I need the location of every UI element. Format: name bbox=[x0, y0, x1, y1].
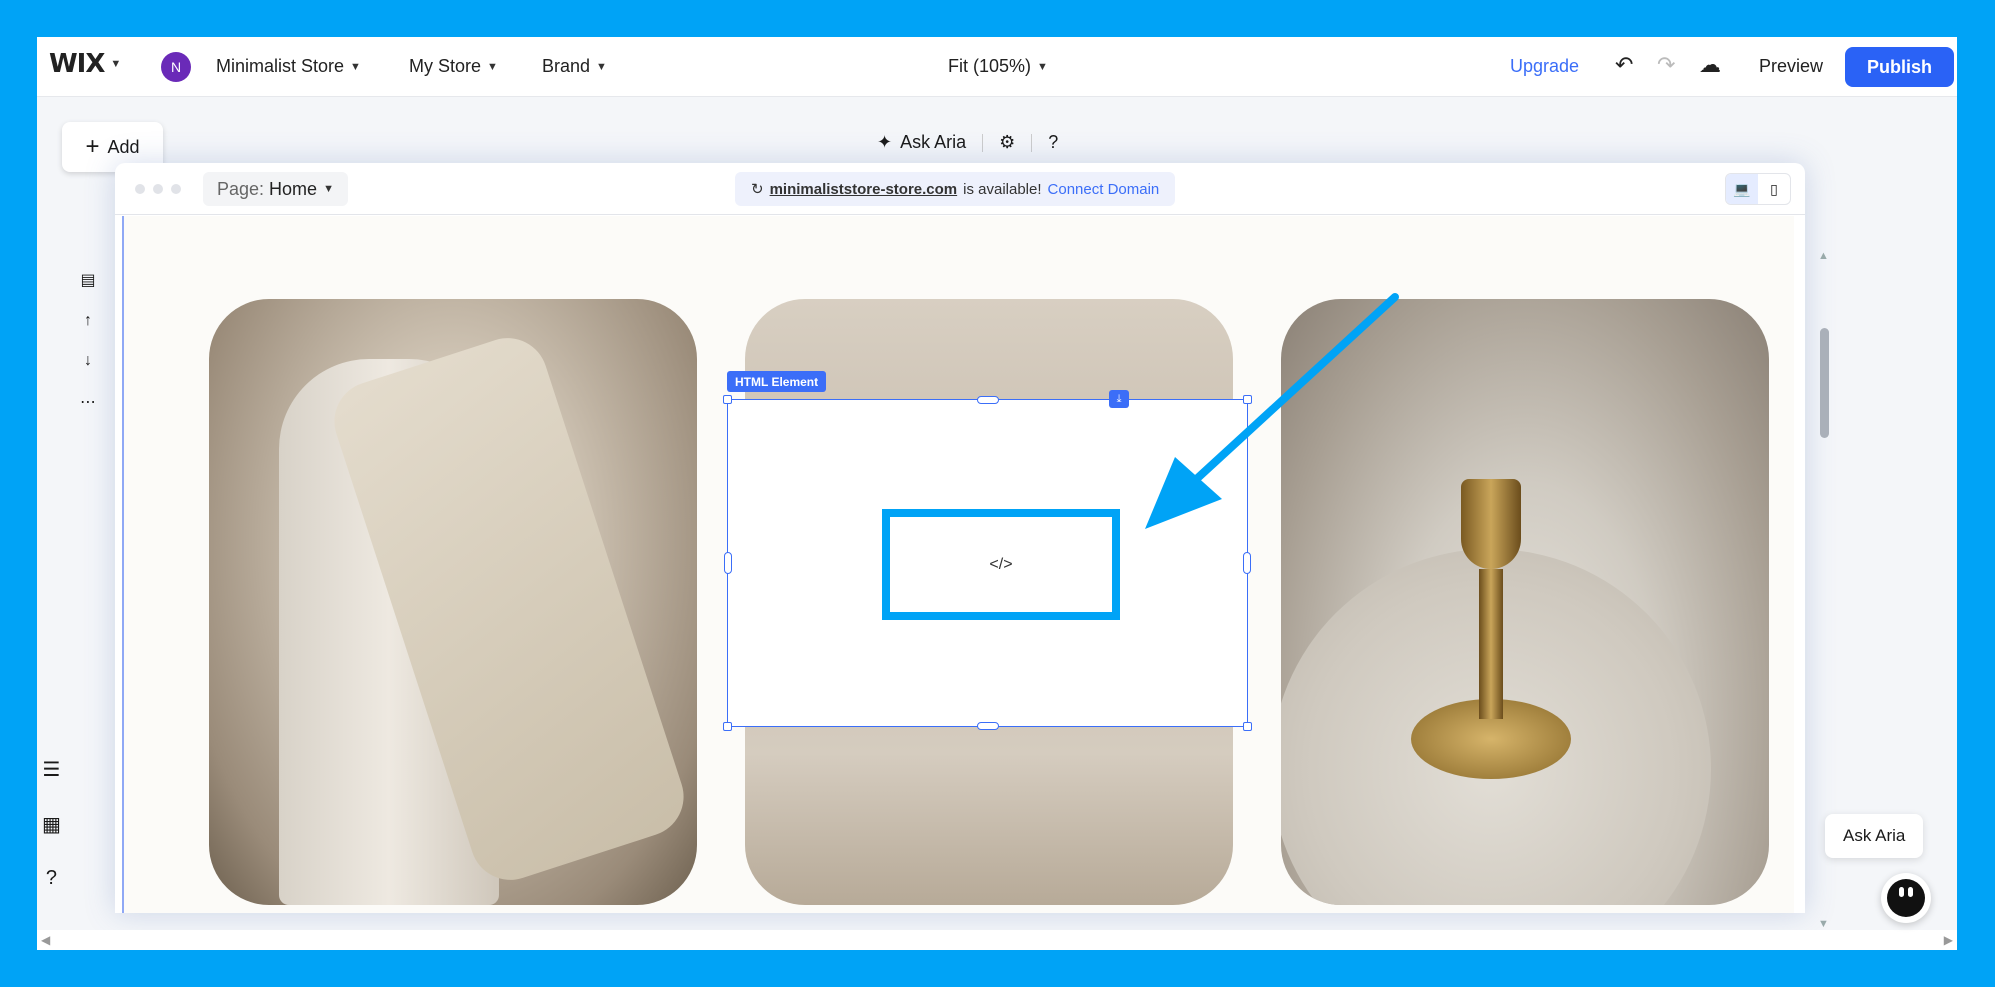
connect-domain-link[interactable]: Connect Domain bbox=[1048, 181, 1160, 198]
avatar-initial: N bbox=[161, 52, 191, 82]
menu-my-store[interactable]: My Store ▼ bbox=[409, 56, 498, 77]
resize-handle[interactable] bbox=[977, 396, 999, 404]
resize-handle[interactable] bbox=[977, 722, 999, 730]
scroll-down-icon[interactable]: ▼ bbox=[1818, 918, 1829, 930]
wix-logo-menu[interactable]: WIX ▼ bbox=[49, 49, 121, 79]
window-dots bbox=[135, 184, 181, 194]
more-icon[interactable]: ⋯ bbox=[80, 392, 96, 412]
page-selector[interactable]: Page: Home ▼ bbox=[203, 172, 348, 206]
sparkle-icon: ✦ bbox=[877, 132, 893, 152]
chevron-down-icon: ▼ bbox=[323, 183, 334, 195]
horizontal-scrollbar[interactable]: ◀ ▶ bbox=[37, 930, 1957, 950]
zoom-selector[interactable]: Fit (105%) ▼ bbox=[948, 56, 1048, 77]
scroll-up-icon[interactable]: ▲ bbox=[1818, 250, 1829, 262]
chevron-down-icon: ▼ bbox=[110, 58, 122, 70]
help-button[interactable]: ? bbox=[1048, 132, 1058, 153]
preview-button[interactable]: Preview bbox=[1759, 56, 1823, 77]
chevron-down-icon: ▼ bbox=[350, 60, 361, 73]
move-down-icon[interactable]: ↓ bbox=[84, 352, 92, 370]
chevron-down-icon: ▼ bbox=[596, 60, 607, 73]
menu-brand[interactable]: Brand ▼ bbox=[542, 56, 607, 77]
resize-handle[interactable] bbox=[723, 395, 732, 404]
site-selector[interactable]: Minimalist Store ▼ bbox=[216, 56, 361, 77]
menu-brand-label: Brand bbox=[542, 56, 591, 76]
domain-status: is available! bbox=[963, 180, 1042, 198]
aria-assistant-button[interactable] bbox=[1881, 873, 1931, 923]
device-toggle: 💻 ▯ bbox=[1725, 173, 1791, 205]
move-up-icon[interactable]: ↑ bbox=[84, 312, 92, 330]
layers-icon[interactable]: ☰ bbox=[42, 757, 60, 782]
code-icon: </> bbox=[989, 555, 1013, 573]
top-bar: WIX ▼ N Minimalist Store ▼ My Store ▼ Br… bbox=[37, 37, 1957, 97]
plus-icon: + bbox=[85, 133, 100, 160]
site-name: Minimalist Store bbox=[216, 56, 345, 76]
publish-button[interactable]: Publish bbox=[1845, 47, 1955, 87]
element-type-label: HTML Element bbox=[727, 371, 827, 392]
section-tools: ▤ ↑ ↓ ⋯ bbox=[80, 270, 96, 412]
preview-label: Preview bbox=[1759, 56, 1824, 76]
divider bbox=[1031, 133, 1033, 152]
help-button-bottom[interactable]: ? bbox=[46, 867, 57, 890]
brass-holder-shape bbox=[1411, 479, 1571, 799]
scroll-thumb[interactable] bbox=[1820, 328, 1829, 438]
wix-logo: WIX bbox=[49, 49, 105, 79]
upgrade-link[interactable]: Upgrade bbox=[1510, 56, 1579, 77]
left-bottom-tools: ☰ ▦ ? bbox=[42, 757, 61, 890]
undo-icon[interactable]: ↶ bbox=[1615, 52, 1633, 78]
page-name: Home bbox=[269, 178, 318, 199]
domain-name[interactable]: minimaliststore-store.com bbox=[770, 181, 958, 198]
browser-bar: Page: Home ▼ ↻ minimaliststore-store.com… bbox=[115, 163, 1805, 215]
vase-image[interactable] bbox=[209, 299, 697, 905]
resize-handle[interactable] bbox=[724, 552, 732, 574]
ask-aria-button[interactable]: Ask Aria bbox=[900, 132, 966, 153]
chevron-down-icon: ▼ bbox=[487, 60, 498, 73]
page-prefix: Page: bbox=[217, 178, 265, 199]
resize-handle[interactable] bbox=[1243, 552, 1251, 574]
element-toolbar: ✦ Ask Aria ⚙ ? bbox=[877, 132, 1058, 153]
sync-icon: ↻ bbox=[751, 181, 764, 198]
desktop-icon[interactable]: 💻 bbox=[1726, 174, 1758, 204]
section-layout-icon[interactable]: ▤ bbox=[80, 270, 95, 290]
settings-gear-icon[interactable]: ⚙ bbox=[999, 132, 1015, 153]
redo-icon[interactable]: ↷ bbox=[1657, 52, 1675, 78]
grid-icon[interactable]: ▦ bbox=[42, 812, 61, 837]
menu-my-store-label: My Store bbox=[409, 56, 482, 76]
ask-aria-tooltip[interactable]: Ask Aria bbox=[1825, 814, 1924, 858]
upgrade-label: Upgrade bbox=[1510, 56, 1580, 76]
resize-handle[interactable] bbox=[1243, 722, 1252, 731]
cloud-save-icon[interactable]: ☁ bbox=[1699, 52, 1721, 78]
domain-banner: ↻ minimaliststore-store.com is available… bbox=[735, 172, 1176, 206]
zoom-label: Fit (105%) bbox=[948, 56, 1032, 76]
code-placeholder: </> bbox=[882, 509, 1120, 620]
aria-face-icon bbox=[1887, 879, 1925, 917]
avatar[interactable]: N bbox=[161, 52, 191, 82]
resize-handle[interactable] bbox=[723, 722, 732, 731]
mobile-icon[interactable]: ▯ bbox=[1758, 174, 1790, 204]
chevron-down-icon: ▼ bbox=[1037, 60, 1048, 73]
scroll-right-icon[interactable]: ▶ bbox=[1944, 933, 1953, 947]
scroll-left-icon[interactable]: ◀ bbox=[41, 933, 50, 947]
divider bbox=[982, 133, 984, 152]
add-label: Add bbox=[107, 136, 140, 157]
annotation-arrow bbox=[1145, 293, 1399, 529]
anchor-icon[interactable]: ⤓ bbox=[1109, 390, 1129, 408]
